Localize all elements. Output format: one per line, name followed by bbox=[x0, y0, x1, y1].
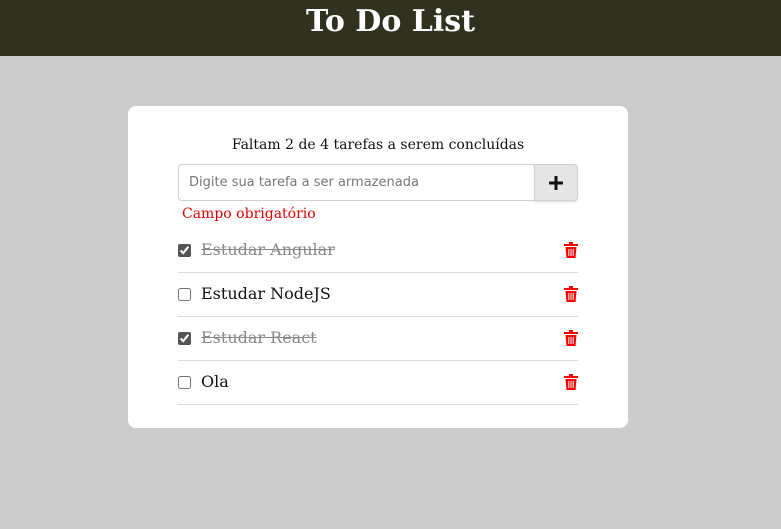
task-checkbox[interactable] bbox=[178, 288, 191, 301]
task-checkbox[interactable] bbox=[178, 376, 191, 389]
task-input[interactable] bbox=[178, 164, 534, 201]
task-item: Ola bbox=[178, 361, 578, 405]
trash-icon[interactable] bbox=[564, 374, 578, 390]
task-label: Estudar React bbox=[201, 328, 317, 347]
app-title: To Do List bbox=[305, 4, 476, 39]
plus-icon bbox=[549, 175, 563, 190]
task-label: Ola bbox=[201, 372, 229, 391]
add-task-button[interactable] bbox=[534, 164, 578, 201]
task-checkbox[interactable] bbox=[178, 332, 191, 345]
task-item: Estudar Angular bbox=[178, 229, 578, 273]
todo-card: Faltam 2 de 4 tarefas a serem concluídas… bbox=[128, 106, 628, 428]
task-label: Estudar Angular bbox=[201, 240, 335, 259]
required-field-error: Campo obrigatório bbox=[182, 206, 316, 222]
trash-icon[interactable] bbox=[564, 242, 578, 258]
task-item: Estudar NodeJS bbox=[178, 273, 578, 317]
task-list: Estudar Angular Estudar NodeJS Estudar R… bbox=[178, 229, 578, 405]
trash-icon[interactable] bbox=[564, 330, 578, 346]
app-header: To Do List bbox=[0, 0, 781, 56]
trash-icon[interactable] bbox=[564, 286, 578, 302]
add-task-form bbox=[178, 164, 578, 201]
task-label: Estudar NodeJS bbox=[201, 284, 331, 303]
pending-summary: Faltam 2 de 4 tarefas a serem concluídas bbox=[231, 137, 525, 153]
task-item: Estudar React bbox=[178, 317, 578, 361]
task-checkbox[interactable] bbox=[178, 244, 191, 257]
